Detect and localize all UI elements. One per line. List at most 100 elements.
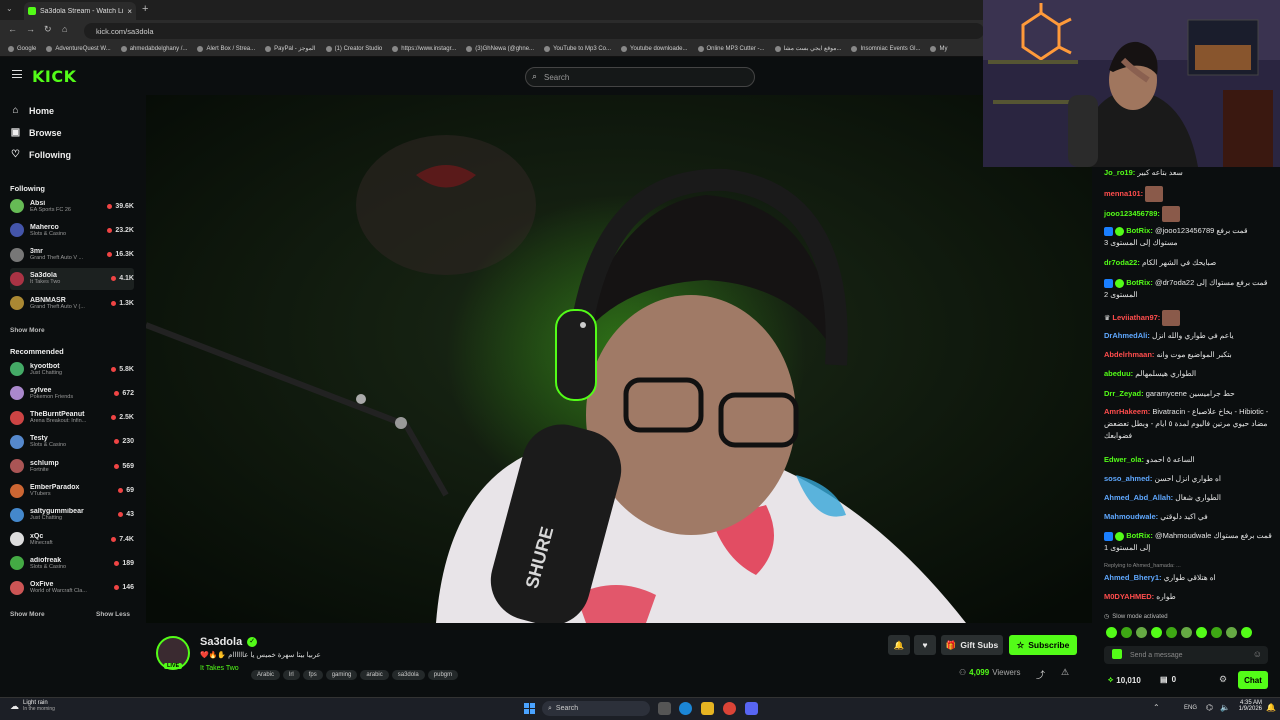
tab-list-button[interactable]: ⌄ bbox=[6, 4, 13, 13]
sidebar-channel-saltygummibear[interactable]: saltygummibear Just Chatting 43 bbox=[10, 504, 134, 526]
menu-icon[interactable] bbox=[12, 70, 22, 78]
stream-tag[interactable]: arabic bbox=[360, 670, 389, 680]
subscribe-button[interactable]: ☆ Subscribe bbox=[1009, 635, 1077, 655]
emoji-icon[interactable]: ☺ bbox=[1253, 649, 1262, 659]
new-tab-button[interactable]: + bbox=[142, 3, 148, 15]
streamer-name[interactable]: Sa3dola ✓ bbox=[200, 636, 258, 648]
stream-tag[interactable]: pubgm bbox=[427, 670, 459, 680]
search-input[interactable]: ⌕ Search bbox=[525, 67, 755, 87]
bookmark-item[interactable]: (3)GhNewa (@ghne... bbox=[466, 45, 534, 52]
chat-username[interactable]: Jo_ro19: bbox=[1104, 168, 1135, 177]
chat-username[interactable]: abeduu: bbox=[1104, 369, 1133, 378]
sidebar-channel-kyootbot[interactable]: kyootbot Just Chatting 5.8K bbox=[10, 358, 134, 380]
weather-widget[interactable]: ☁ Light rain In the morning bbox=[10, 700, 55, 712]
channel-points[interactable]: ⟡ 10,010 bbox=[1108, 675, 1141, 685]
chat-username[interactable]: Mahmoudwale: bbox=[1104, 512, 1158, 521]
show-more-recommended[interactable]: Show More bbox=[10, 611, 45, 618]
chat-username[interactable]: jooo123456789: bbox=[1104, 209, 1160, 218]
show-less-recommended[interactable]: Show Less bbox=[96, 611, 130, 618]
nav-following[interactable]: ♡ Following bbox=[10, 149, 71, 160]
quick-emote-icon[interactable] bbox=[1106, 627, 1117, 638]
language-indicator[interactable]: ENG bbox=[1184, 705, 1197, 711]
chat-username[interactable]: M0DYAHMED: bbox=[1104, 592, 1154, 601]
stream-tag[interactable]: sa3dola bbox=[391, 670, 425, 680]
quick-emote-icon[interactable] bbox=[1166, 627, 1177, 638]
sidebar-channel-maherco[interactable]: Maherco Slots & Casino 23.2K bbox=[10, 219, 134, 241]
bookmark-item[interactable]: PayPal - الموجز bbox=[265, 45, 316, 52]
file-explorer-icon[interactable] bbox=[701, 702, 714, 715]
chat-username[interactable]: BotRix: bbox=[1126, 531, 1153, 540]
bookmark-item[interactable]: My bbox=[930, 45, 947, 52]
sidebar-channel-xqc[interactable]: xQc Minecraft 7.4K bbox=[10, 528, 134, 550]
home-browser-icon[interactable]: ⌂ bbox=[62, 24, 67, 34]
chat-input[interactable]: Send a message ☺ bbox=[1104, 646, 1268, 664]
stream-tag[interactable]: fps bbox=[302, 670, 323, 680]
bookmark-item[interactable]: Google bbox=[8, 45, 36, 52]
network-icon[interactable]: ⌬ bbox=[1206, 703, 1213, 712]
chat-username[interactable]: BotRix: bbox=[1126, 278, 1153, 287]
show-more-following[interactable]: Show More bbox=[10, 327, 45, 334]
discord-icon[interactable] bbox=[745, 702, 758, 715]
sidebar-channel-sylvee[interactable]: sylvee Pokemon Friends 672 bbox=[10, 382, 134, 404]
bookmark-item[interactable]: YouTube to Mp3 Co... bbox=[544, 45, 611, 52]
video-player[interactable]: SHURE bbox=[146, 95, 1092, 623]
chat-username[interactable]: Edwer_ola: bbox=[1104, 455, 1144, 464]
volume-icon[interactable]: 🔈 bbox=[1220, 703, 1230, 712]
url-field[interactable]: kick.com/sa3dola bbox=[84, 23, 984, 39]
bookmark-item[interactable]: موقع ايجي بست مشا... bbox=[774, 45, 841, 52]
report-icon[interactable]: ⚠ bbox=[1061, 667, 1069, 678]
quick-emote-icon[interactable] bbox=[1226, 627, 1237, 638]
bookmark-item[interactable]: Insomniac Events Gl... bbox=[851, 45, 920, 52]
quick-emote-icon[interactable] bbox=[1241, 627, 1252, 638]
quick-emote-icon[interactable] bbox=[1211, 627, 1222, 638]
sidebar-channel-schlump[interactable]: schlump Fortnite 569 bbox=[10, 455, 134, 477]
stream-tag[interactable]: gaming bbox=[325, 670, 358, 680]
browser-tab-active[interactable]: Sa3dola Stream - Watch Live o × bbox=[24, 2, 136, 20]
chat-username[interactable]: dr7oda22: bbox=[1104, 258, 1140, 267]
start-icon[interactable] bbox=[524, 703, 535, 714]
stream-category[interactable]: It Takes Two bbox=[200, 665, 239, 672]
taskbar-search[interactable]: ⌕ Search bbox=[542, 701, 650, 716]
gift-count[interactable]: ▤ 0 bbox=[1160, 675, 1176, 684]
chat-username[interactable]: Drr_Zeyad: bbox=[1104, 389, 1144, 398]
gift-subs-button[interactable]: 🎁 Gift Subs bbox=[941, 635, 1003, 655]
sidebar-channel-absi[interactable]: Absi EA Sports FC 26 39.6K bbox=[10, 195, 134, 217]
sidebar-channel-adiofreak[interactable]: adiofreak Slots & Casino 189 bbox=[10, 552, 134, 574]
tray-chevron-icon[interactable]: ⌃ bbox=[1153, 703, 1160, 712]
bookmark-item[interactable]: https://www.instagr... bbox=[392, 45, 456, 52]
back-icon[interactable]: ← bbox=[8, 24, 17, 34]
quick-emote-icon[interactable] bbox=[1181, 627, 1192, 638]
sidebar-channel-oxfive[interactable]: OxFive World of Warcraft Cla... 146 bbox=[10, 577, 134, 599]
reload-icon[interactable]: ↻ bbox=[44, 24, 52, 35]
share-icon[interactable]: ⤴ bbox=[1036, 668, 1045, 681]
bookmark-item[interactable]: Online MP3 Cutter -... bbox=[697, 45, 765, 52]
quick-emote-icon[interactable] bbox=[1196, 627, 1207, 638]
task-view-icon[interactable] bbox=[658, 702, 671, 715]
follow-button[interactable]: ♥ bbox=[914, 635, 936, 655]
chat-username[interactable]: BotRix: bbox=[1126, 226, 1153, 235]
stream-tag[interactable]: lrl bbox=[283, 670, 300, 680]
close-tab-icon[interactable]: × bbox=[127, 7, 132, 16]
stream-tag[interactable]: Arabic bbox=[251, 670, 281, 680]
chat-username[interactable]: Abdelrhmaan: bbox=[1104, 350, 1154, 359]
chat-settings-icon[interactable]: ⚙ bbox=[1219, 674, 1227, 685]
sidebar-channel-abnmasr[interactable]: ABNMASR Grand Theft Auto V (... 1.3K bbox=[10, 292, 134, 314]
forward-icon[interactable]: → bbox=[26, 24, 35, 34]
quick-emote-icon[interactable] bbox=[1121, 627, 1132, 638]
sidebar-channel-sa3dola[interactable]: Sa3dola It Takes Two 4.1K bbox=[10, 267, 134, 290]
nav-browse[interactable]: ▣ Browse bbox=[10, 127, 62, 138]
chat-username[interactable]: DrAhmedAli: bbox=[1104, 331, 1150, 340]
quick-emote-icon[interactable] bbox=[1136, 627, 1147, 638]
nav-home[interactable]: ⌂ Home bbox=[10, 105, 54, 116]
notifications-button[interactable]: 🔔 bbox=[888, 635, 910, 655]
chat-username[interactable]: Leviiathan97: bbox=[1112, 313, 1160, 322]
bookmark-item[interactable]: Alert Box / Strea... bbox=[197, 45, 255, 52]
clock[interactable]: 4:35 AM 1/9/2026 bbox=[1234, 700, 1262, 712]
chat-username[interactable]: Ahmed_Bhery1: bbox=[1104, 573, 1162, 582]
bookmark-item[interactable]: AdventureQuest W... bbox=[46, 45, 111, 52]
chat-send-button[interactable]: Chat bbox=[1238, 671, 1268, 689]
bookmark-item[interactable]: ahmedabdelghany /... bbox=[120, 45, 187, 52]
chat-username[interactable]: Ahmed_Abd_Allah: bbox=[1104, 493, 1173, 502]
chat-username[interactable]: menna101: bbox=[1104, 189, 1143, 198]
chat-username[interactable]: soso_ahmed: bbox=[1104, 474, 1152, 483]
